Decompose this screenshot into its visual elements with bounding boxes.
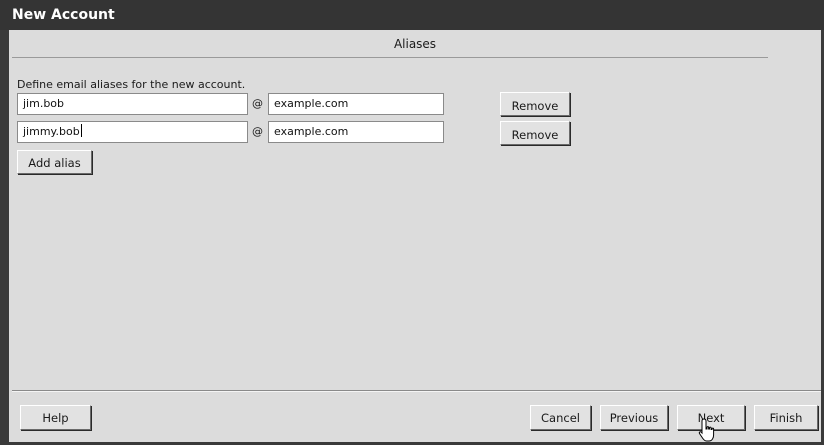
- alias-domain-field[interactable]: example.com: [268, 121, 444, 143]
- alias-user-field[interactable]: jimmy.bob: [17, 121, 248, 143]
- finish-button[interactable]: Finish: [754, 405, 818, 430]
- text-caret: [80, 124, 82, 137]
- at-sign: @: [252, 125, 263, 138]
- window-frame-left: [0, 30, 9, 445]
- remove-alias-button[interactable]: Remove: [500, 92, 570, 116]
- at-sign: @: [252, 97, 263, 110]
- footer-divider-highlight: [12, 391, 821, 392]
- previous-button[interactable]: Previous: [600, 405, 668, 430]
- window-title: New Account: [0, 0, 824, 30]
- hand-pointer-icon: [698, 418, 715, 442]
- remove-alias-button[interactable]: Remove: [500, 121, 570, 145]
- help-button[interactable]: Help: [20, 405, 91, 430]
- alias-domain-field[interactable]: example.com: [268, 93, 444, 115]
- cancel-button[interactable]: Cancel: [530, 405, 591, 430]
- alias-user-value: jimmy.bob: [23, 125, 80, 138]
- alias-user-field[interactable]: jim.bob: [17, 93, 248, 115]
- section-title: Aliases: [393, 37, 437, 51]
- instructions-text: Define email aliases for the new account…: [17, 78, 246, 91]
- section-divider: [12, 57, 768, 58]
- new-account-window: New Account Aliases Define email aliases…: [0, 0, 824, 445]
- add-alias-button[interactable]: Add alias: [17, 150, 92, 174]
